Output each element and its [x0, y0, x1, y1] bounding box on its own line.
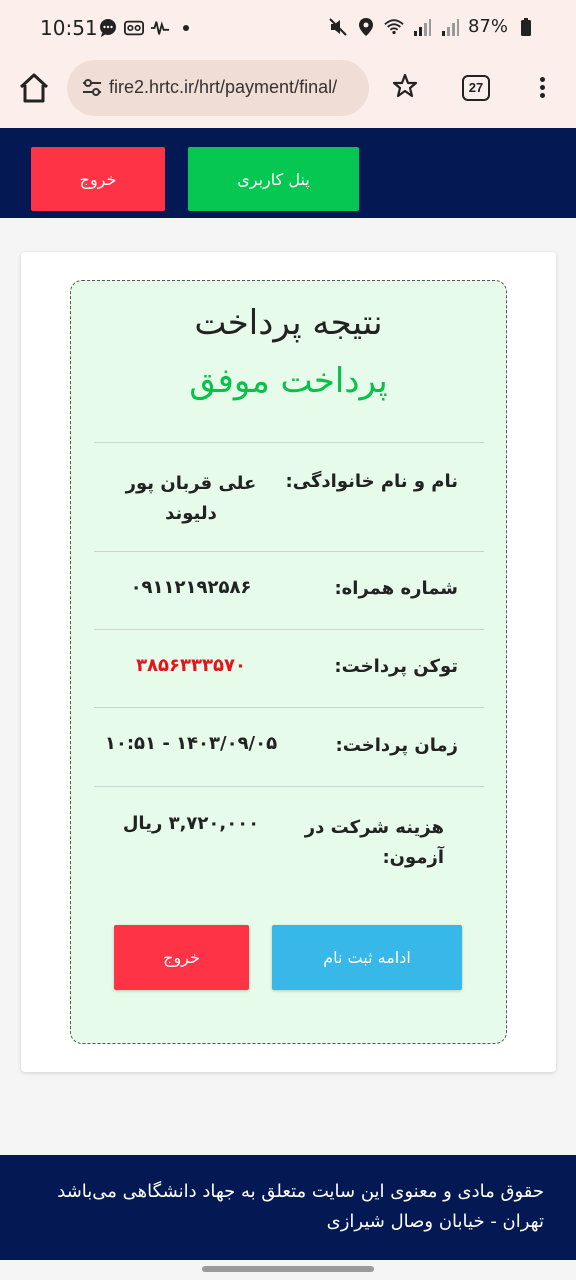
notification-icons [98, 18, 196, 38]
result-title: نتیجه پرداخت [194, 303, 383, 343]
fee-value: ۳,۷۲۰,۰۰۰ ریال [122, 813, 260, 834]
divider [94, 786, 484, 787]
bookmark-button[interactable] [391, 72, 419, 100]
more-menu-button[interactable] [534, 74, 550, 102]
payment-result-box: نتیجه پرداخت پرداخت موفق نام و نام خانوا… [70, 280, 507, 1044]
divider [94, 629, 484, 630]
name-label: نام و نام خانوادگی: [285, 471, 458, 492]
header-exit-button[interactable]: خروج [31, 147, 165, 211]
location-icon [356, 17, 376, 37]
footer-address: تهران - خیابان وصال شیرازی [326, 1211, 544, 1232]
fee-label-line2: آزمون: [382, 847, 444, 868]
name-value: علی قربان پور دلیوند [121, 469, 261, 529]
site-header: خروج پنل کاربری [0, 128, 576, 218]
home-button[interactable] [16, 70, 52, 106]
fee-label-line1: هزینه شرکت در [304, 817, 444, 838]
payment-time-value: ۱۴۰۳/۰۹/۰۵ - ۱۰:۵۱ [104, 733, 278, 754]
home-icon [19, 73, 49, 103]
status-time: 10:51 [40, 16, 98, 40]
more-vert-icon [539, 77, 545, 82]
phone-value: ۰۹۱۱۲۱۹۲۵۸۶ [130, 577, 252, 598]
wifi-icon [384, 17, 404, 37]
continue-registration-button[interactable]: ادامه ثبت نام [272, 925, 462, 990]
mute-icon [328, 17, 348, 37]
footer-copyright: حقوق مادی و معنوی این سایت متعلق به جهاد… [57, 1181, 544, 1202]
divider [94, 707, 484, 708]
phone-label: شماره همراه: [334, 578, 458, 599]
signal-icon [412, 17, 432, 37]
name-value-line2: دلیوند [165, 503, 217, 524]
payment-time-label: زمان پرداخت: [335, 735, 458, 756]
fee-label: هزینه شرکت در آزمون: [305, 813, 444, 873]
star-icon [392, 73, 418, 98]
divider [94, 551, 484, 552]
activity-icon [150, 18, 170, 38]
chat-icon [98, 18, 118, 38]
gesture-nav-handle[interactable] [202, 1266, 374, 1272]
name-value-line1: علی قربان پور [125, 473, 257, 494]
url-text[interactable]: fire2.hrtc.ir/hrt/payment/final/ [109, 77, 337, 98]
token-label: توکن پرداخت: [334, 656, 458, 677]
divider [94, 442, 484, 443]
site-settings-icon[interactable] [81, 78, 103, 98]
tab-switcher-button[interactable]: 27 [462, 75, 490, 101]
signal-icon [440, 17, 460, 37]
exit-button[interactable]: خروج [114, 925, 249, 990]
battery-icon [516, 17, 536, 37]
token-value: ۳۸۵۶۳۳۳۵۷۰ [136, 655, 246, 676]
dot-icon [176, 18, 196, 38]
site-footer: حقوق مادی و معنوی این سایت متعلق به جهاد… [0, 1155, 576, 1260]
status-bar: 10:51 87% [0, 0, 576, 58]
payment-card: نتیجه پرداخت پرداخت موفق نام و نام خانوا… [21, 252, 556, 1072]
address-bar[interactable]: fire2.hrtc.ir/hrt/payment/final/ [67, 60, 369, 116]
result-status: پرداخت موفق [189, 361, 388, 401]
voicemail-icon [124, 18, 144, 38]
user-panel-button[interactable]: پنل کاربری [188, 147, 359, 211]
system-icons: 87% [328, 16, 536, 37]
battery-percent: 87% [467, 16, 508, 37]
browser-toolbar: fire2.hrtc.ir/hrt/payment/final/ 27 [0, 58, 576, 128]
